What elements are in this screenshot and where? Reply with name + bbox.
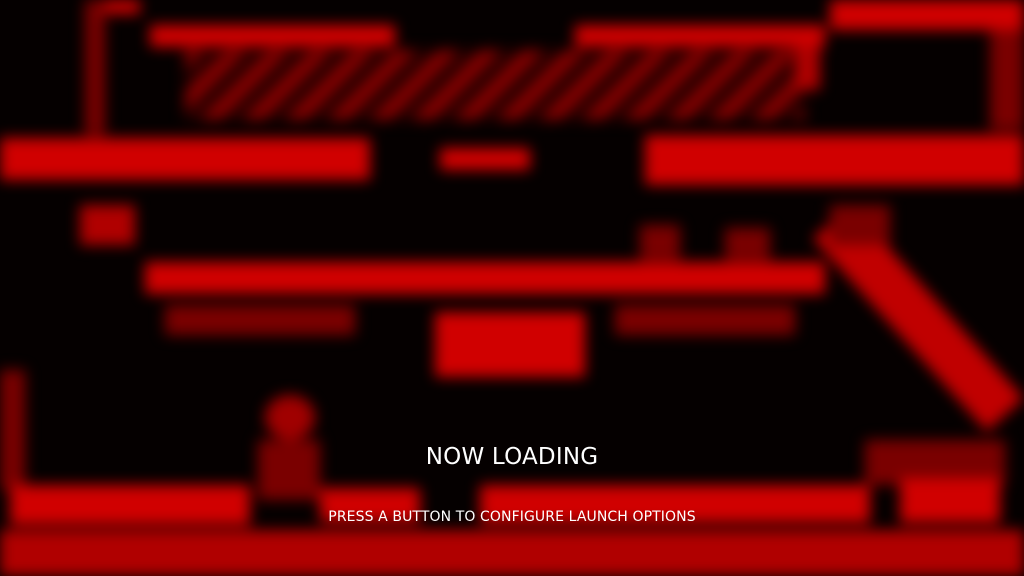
backdrop-ledge (150, 25, 395, 47)
configure-launch-options-hint: PRESS A BUTTON TO CONFIGURE LAUNCH OPTIO… (328, 509, 696, 525)
backdrop-post (990, 30, 1024, 130)
backdrop-figure (640, 225, 680, 260)
backdrop-wall (0, 370, 25, 490)
backdrop-platform (645, 135, 1024, 185)
blurred-game-backdrop (0, 0, 1024, 576)
backdrop-post (795, 45, 820, 90)
backdrop-ledge (575, 25, 825, 47)
backdrop-spikes (615, 305, 795, 335)
backdrop-block (830, 0, 1024, 30)
backdrop-pillar (85, 0, 105, 135)
backdrop-spikes (165, 305, 355, 335)
backdrop-hatched-wall (185, 50, 805, 120)
backdrop-platform (145, 262, 825, 294)
backdrop-block (80, 205, 135, 245)
loading-screen[interactable]: NOW LOADING PRESS A BUTTON TO CONFIGURE … (0, 0, 1024, 576)
backdrop-ground (0, 530, 1024, 576)
backdrop-platform (0, 138, 370, 180)
backdrop-block (830, 205, 890, 245)
backdrop-block (440, 148, 530, 170)
backdrop-figure (725, 228, 770, 260)
now-loading-label: NOW LOADING (425, 444, 599, 470)
backdrop-block (435, 312, 585, 377)
backdrop-character-head (265, 395, 315, 440)
